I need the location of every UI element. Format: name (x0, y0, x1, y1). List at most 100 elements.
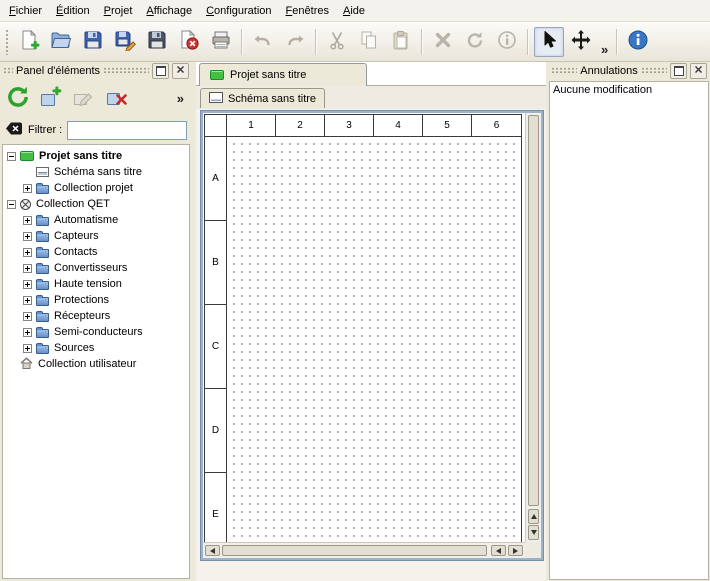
expand-expander-icon[interactable] (23, 312, 32, 321)
tab-project[interactable]: Projet sans titre (199, 63, 367, 86)
float-icon (674, 66, 684, 76)
about-button[interactable] (623, 27, 653, 57)
elements-toolbar-overflow-chevron[interactable]: » (177, 91, 189, 106)
expand-expander-icon[interactable] (23, 216, 32, 225)
filter-input[interactable] (67, 121, 187, 140)
expand-expander-icon[interactable] (23, 296, 32, 305)
column-header-cell: 6 (472, 115, 521, 136)
elements-panel-title: Panel d'éléments (16, 65, 100, 77)
scroll-right-button[interactable] (508, 545, 523, 556)
horizontal-scrollbar-thumb[interactable] (222, 545, 487, 556)
edit-element-button[interactable] (69, 83, 99, 113)
schema-viewport[interactable]: 1 2 3 4 5 6 A B C D E (203, 113, 525, 542)
tab-schema[interactable]: Schéma sans titre (200, 88, 325, 108)
tree-item-collection-projet[interactable]: Collection projet (3, 180, 189, 196)
schema-grid[interactable] (227, 137, 521, 542)
menu-aide[interactable]: Aide (336, 2, 372, 20)
edit-element-icon (72, 86, 96, 111)
tree-item-label: Collection QET (33, 198, 113, 210)
save-button[interactable] (78, 27, 108, 57)
tree-item-schema[interactable]: Schéma sans titre (3, 164, 189, 180)
tree-item-collection-utilisateur[interactable]: Collection utilisateur (3, 356, 189, 372)
save-icon (82, 29, 104, 54)
reload-collections-button[interactable] (3, 83, 33, 113)
tree-item-haute-tension[interactable]: Haute tension (3, 276, 189, 292)
vertical-scrollbar[interactable] (525, 113, 541, 542)
new-project-button[interactable] (14, 27, 44, 57)
tree-item-project[interactable]: Projet sans titre (3, 148, 189, 164)
copy-button[interactable] (354, 27, 384, 57)
tree-item-capteurs[interactable]: Capteurs (3, 228, 189, 244)
menu-affichage[interactable]: Affichage (139, 2, 199, 20)
rotate-button[interactable] (460, 27, 490, 57)
save-all-button[interactable] (142, 27, 172, 57)
delete-element-icon (105, 86, 129, 111)
scrollbar-corner (525, 542, 541, 558)
save-as-icon (114, 29, 136, 54)
clear-filter-icon[interactable] (5, 121, 23, 139)
menu-fichier[interactable]: Fichier (2, 2, 49, 20)
dock-grip[interactable] (641, 67, 667, 74)
collapse-expander-icon[interactable] (7, 152, 16, 161)
tree-item-contacts[interactable]: Contacts (3, 244, 189, 260)
scroll-down-button[interactable] (528, 525, 539, 540)
refresh-icon (5, 84, 31, 113)
vertical-scrollbar-thumb[interactable] (528, 115, 539, 506)
undo-history-list[interactable]: Aucune modification (549, 81, 709, 580)
expand-expander-icon[interactable] (23, 184, 32, 193)
tree-item-protections[interactable]: Protections (3, 292, 189, 308)
save-as-button[interactable] (110, 27, 140, 57)
undo-button[interactable] (248, 27, 278, 57)
expand-expander-icon[interactable] (23, 328, 32, 337)
open-project-button[interactable] (46, 27, 76, 57)
tree-item-label: Sources (51, 342, 97, 354)
scroll-left-button[interactable] (491, 545, 506, 556)
tree-item-sources[interactable]: Sources (3, 340, 189, 356)
tree-item-collection-qet[interactable]: Collection QET (3, 196, 189, 212)
menu-edition[interactable]: Édition (49, 2, 97, 20)
toolbar-grip[interactable] (5, 29, 10, 55)
collections-tree: Projet sans titre Schéma sans titre Coll… (2, 144, 190, 579)
toolbar-overflow-chevron[interactable]: » (597, 42, 612, 57)
cut-button[interactable] (322, 27, 352, 57)
dock-grip[interactable] (551, 67, 577, 74)
menu-configuration[interactable]: Configuration (199, 2, 278, 20)
redo-button[interactable] (280, 27, 310, 57)
delete-element-button[interactable] (102, 83, 132, 113)
expand-expander-icon[interactable] (23, 248, 32, 257)
undo-panel-titlebar[interactable]: Annulations (548, 62, 710, 79)
close-file-icon (178, 29, 200, 54)
float-panel-button[interactable] (152, 63, 169, 79)
menu-projet[interactable]: Projet (97, 2, 140, 20)
expand-expander-icon[interactable] (23, 232, 32, 241)
menu-fenetres[interactable]: Fenêtres (279, 2, 336, 20)
close-panel-button[interactable] (690, 63, 707, 79)
tree-item-recepteurs[interactable]: Récepteurs (3, 308, 189, 324)
dock-grip[interactable] (103, 67, 149, 74)
collapse-expander-icon[interactable] (7, 200, 16, 209)
new-element-button[interactable] (36, 83, 66, 113)
folder-icon (36, 281, 49, 290)
elements-panel-titlebar[interactable]: Panel d'éléments (0, 62, 192, 79)
scroll-up-button[interactable] (528, 509, 539, 524)
scroll-left-button[interactable] (205, 545, 220, 556)
dock-grip[interactable] (3, 67, 13, 74)
home-icon (20, 357, 33, 372)
element-info-button[interactable] (492, 27, 522, 57)
close-panel-button[interactable] (172, 63, 189, 79)
selection-mode-button[interactable] (534, 27, 564, 57)
tree-item-convertisseurs[interactable]: Convertisseurs (3, 260, 189, 276)
tree-item-automatisme[interactable]: Automatisme (3, 212, 189, 228)
close-file-button[interactable] (174, 27, 204, 57)
expand-expander-icon[interactable] (23, 280, 32, 289)
delete-button[interactable] (428, 27, 458, 57)
horizontal-scrollbar[interactable] (203, 542, 525, 558)
tree-item-semi-conducteurs[interactable]: Semi-conducteurs (3, 324, 189, 340)
expand-expander-icon[interactable] (23, 264, 32, 273)
folder-icon (36, 297, 49, 306)
pan-mode-button[interactable] (566, 27, 596, 57)
paste-button[interactable] (386, 27, 416, 57)
print-button[interactable] (206, 27, 236, 57)
float-panel-button[interactable] (670, 63, 687, 79)
expand-expander-icon[interactable] (23, 344, 32, 353)
